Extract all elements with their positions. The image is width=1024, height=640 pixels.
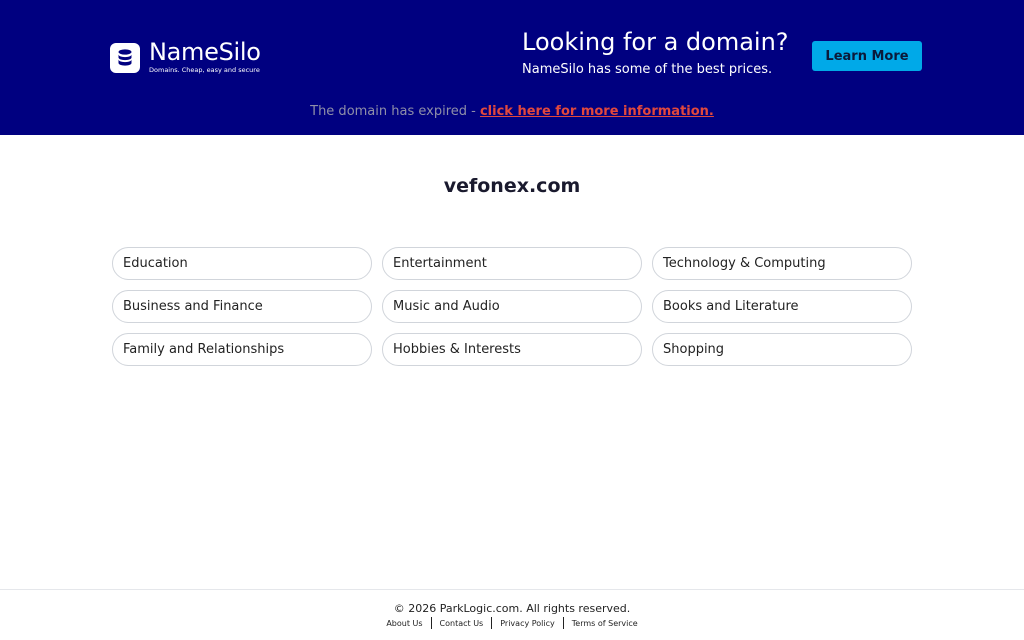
- header-banner: NameSilo Domains. Cheap, easy and secure…: [0, 0, 1024, 135]
- category-technology-computing[interactable]: Technology & Computing: [652, 247, 912, 280]
- contact-us-link[interactable]: Contact Us: [432, 619, 492, 628]
- domain-title: vefonex.com: [443, 175, 581, 197]
- namesilo-logo[interactable]: NameSilo Domains. Cheap, easy and secure: [110, 40, 261, 75]
- category-education[interactable]: Education: [112, 247, 372, 280]
- category-family-relationships[interactable]: Family and Relationships: [112, 333, 372, 366]
- about-us-link[interactable]: About Us: [378, 619, 430, 628]
- promo-title: Looking for a domain?: [522, 28, 789, 56]
- category-books-literature[interactable]: Books and Literature: [652, 290, 912, 323]
- privacy-policy-link[interactable]: Privacy Policy: [492, 619, 563, 628]
- logo-tagline: Domains. Cheap, easy and secure: [149, 66, 260, 74]
- expired-notice: The domain has expired - click here for …: [0, 103, 1024, 120]
- more-info-link[interactable]: click here for more information.: [480, 104, 714, 119]
- footer-links: About Us Contact Us Privacy Policy Terms…: [0, 617, 1024, 629]
- category-business-finance[interactable]: Business and Finance: [112, 290, 372, 323]
- expired-notice-text: The domain has expired -: [310, 104, 480, 119]
- promo-subtitle: NameSilo has some of the best prices.: [522, 62, 773, 77]
- footer: © 2026 ParkLogic.com. All rights reserve…: [0, 589, 1024, 640]
- category-music-audio[interactable]: Music and Audio: [382, 290, 642, 323]
- logo-name: NameSilo: [149, 38, 261, 66]
- copyright-text: © 2026 ParkLogic.com. All rights reserve…: [393, 602, 631, 615]
- category-grid: Education Entertainment Technology & Com…: [112, 247, 912, 366]
- category-shopping[interactable]: Shopping: [652, 333, 912, 366]
- category-hobbies-interests[interactable]: Hobbies & Interests: [382, 333, 642, 366]
- database-icon: [110, 42, 140, 73]
- learn-more-button[interactable]: Learn More: [812, 41, 922, 71]
- category-entertainment[interactable]: Entertainment: [382, 247, 642, 280]
- terms-of-service-link[interactable]: Terms of Service: [564, 619, 646, 628]
